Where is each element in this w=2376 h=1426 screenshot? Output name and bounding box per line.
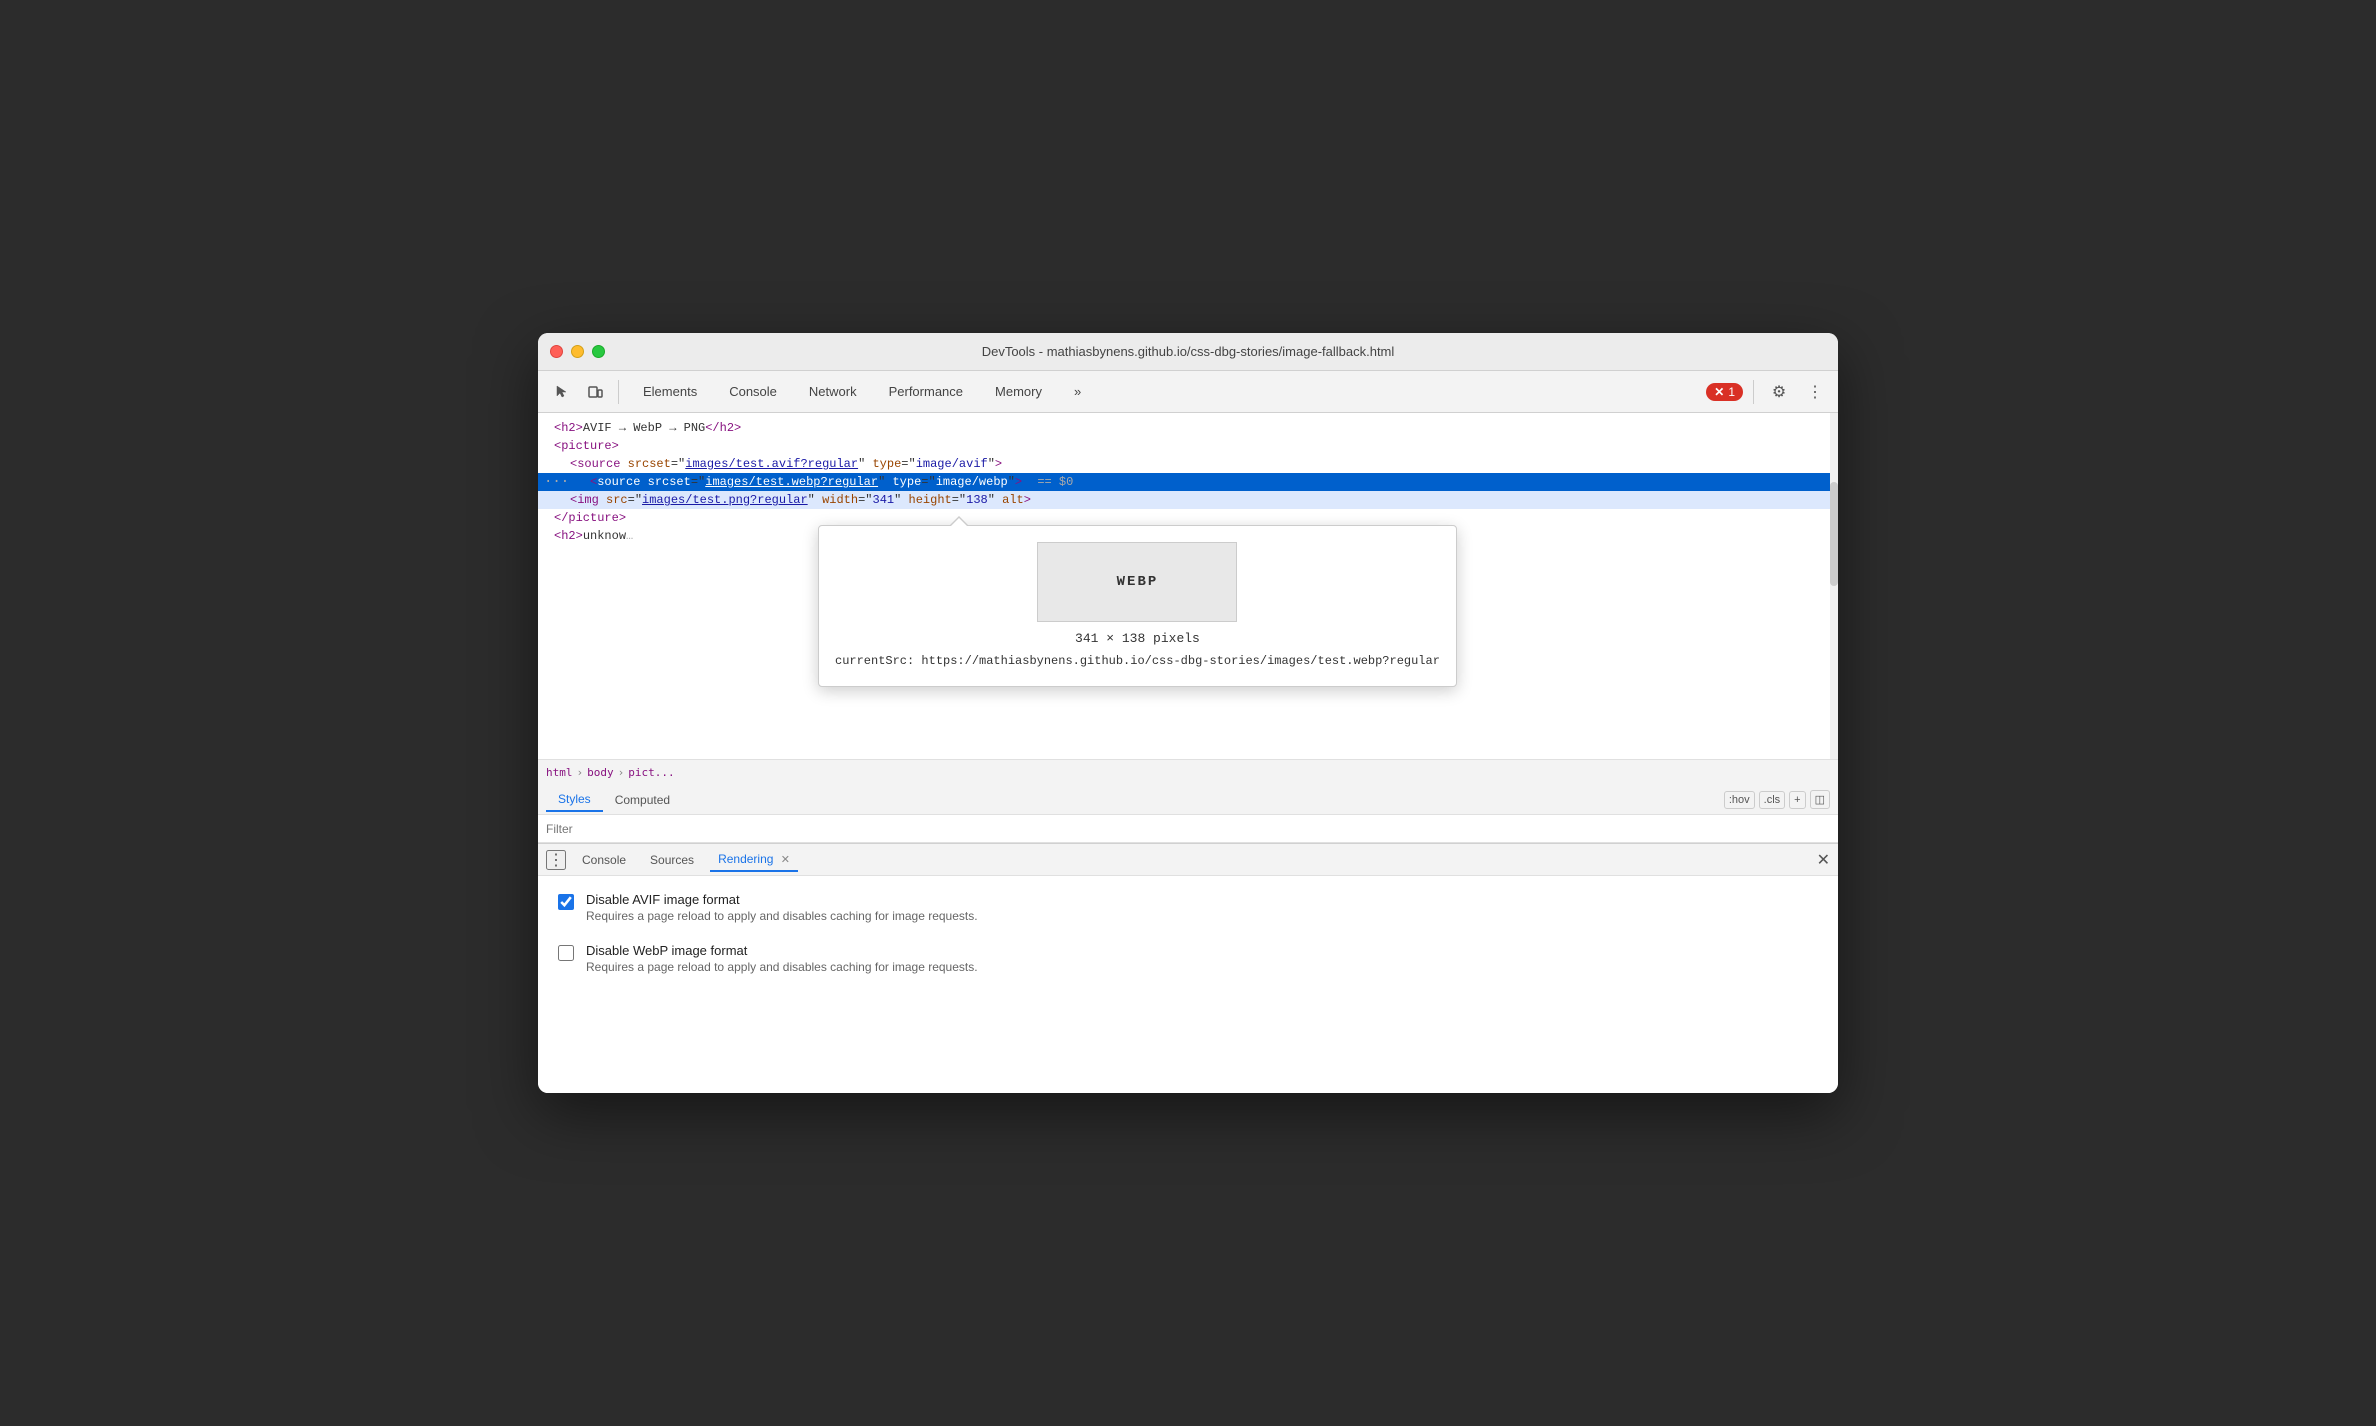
disable-webp-row: Disable WebP image format Requires a pag… <box>558 943 1818 974</box>
current-src-label: currentSrc: <box>835 654 914 668</box>
window-title: DevTools - mathiasbynens.github.io/css-d… <box>982 344 1395 359</box>
disable-webp-label[interactable]: Disable WebP image format <box>586 943 978 958</box>
image-current-src: currentSrc: https://mathiasbynens.github… <box>835 652 1440 670</box>
drawer-tab-console[interactable]: Console <box>574 849 634 871</box>
filter-input[interactable] <box>546 822 1830 836</box>
code-line-source-avif[interactable]: <source srcset="images/test.avif?regular… <box>538 455 1838 473</box>
cls-button[interactable]: .cls <box>1759 791 1786 809</box>
traffic-lights <box>550 345 605 358</box>
rendering-tab-close[interactable]: ✕ <box>781 854 790 866</box>
toolbar-separator-2 <box>1753 380 1754 404</box>
scrollbar-track[interactable] <box>1830 413 1838 759</box>
image-preview: WEBP <box>1037 542 1237 622</box>
tab-more[interactable]: » <box>1058 376 1097 407</box>
disable-avif-checkbox[interactable] <box>558 894 574 910</box>
add-style-button[interactable]: + <box>1789 791 1805 809</box>
kebab-icon: ⋮ <box>1807 382 1823 402</box>
drawer-close-button[interactable]: ✕ <box>1817 850 1830 870</box>
settings-button[interactable]: ⚙ <box>1764 377 1794 407</box>
drawer-tabs-bar: ⋮ Console Sources Rendering ✕ ✕ <box>538 844 1838 876</box>
avif-link[interactable]: images/test.avif?regular <box>685 457 858 471</box>
elements-code[interactable]: <h2>AVIF → WebP → PNG</h2> <picture> <so… <box>538 413 1838 759</box>
maximize-button[interactable] <box>592 345 605 358</box>
drawer-tab-rendering[interactable]: Rendering ✕ <box>710 848 798 872</box>
breadcrumb-picture[interactable]: pict... <box>628 766 674 779</box>
code-line-img[interactable]: <img src="images/test.png?regular" width… <box>538 491 1838 509</box>
bottom-drawer: ⋮ Console Sources Rendering ✕ ✕ Disable … <box>538 843 1838 1093</box>
error-badge[interactable]: ✕ 1 <box>1706 383 1743 401</box>
disable-webp-checkbox[interactable] <box>558 945 574 961</box>
style-tabs-bar: Styles Computed :hov .cls + ◫ <box>538 785 1838 815</box>
code-line-source-webp[interactable]: ··· <source srcset="images/test.webp?reg… <box>538 473 1838 491</box>
tab-network[interactable]: Network <box>793 376 873 407</box>
more-options-button[interactable]: ⋮ <box>1800 377 1830 407</box>
tab-styles[interactable]: Styles <box>546 788 603 812</box>
scrollbar-thumb[interactable] <box>1830 482 1838 586</box>
breadcrumb: html › body › pict... <box>538 759 1838 785</box>
gear-icon: ⚙ <box>1772 382 1786 402</box>
elements-panel: <h2>AVIF → WebP → PNG</h2> <picture> <so… <box>538 413 1838 843</box>
webp-link[interactable]: images/test.webp?regular <box>705 475 878 489</box>
tooltip-arrow-inner <box>950 518 968 527</box>
disable-avif-checkbox-wrap <box>558 894 574 915</box>
image-tooltip: WEBP 341 × 138 pixels currentSrc: https:… <box>818 525 1457 687</box>
device-toggle-button[interactable] <box>580 377 610 407</box>
disable-avif-row: Disable AVIF image format Requires a pag… <box>558 892 1818 923</box>
toolbar-separator <box>618 380 619 404</box>
filter-row <box>538 815 1838 843</box>
disable-webp-description: Requires a page reload to apply and disa… <box>586 960 978 974</box>
devtools-window: DevTools - mathiasbynens.github.io/css-d… <box>538 333 1838 1093</box>
disable-webp-text: Disable WebP image format Requires a pag… <box>586 943 978 974</box>
tab-performance[interactable]: Performance <box>873 376 979 407</box>
breadcrumb-html[interactable]: html <box>546 766 573 779</box>
minimize-button[interactable] <box>571 345 584 358</box>
tab-memory[interactable]: Memory <box>979 376 1058 407</box>
error-count: 1 <box>1728 385 1735 399</box>
disable-avif-description: Requires a page reload to apply and disa… <box>586 909 978 923</box>
png-link[interactable]: images/test.png?regular <box>642 493 808 507</box>
tab-console[interactable]: Console <box>713 376 793 407</box>
tab-computed[interactable]: Computed <box>603 789 682 811</box>
rendering-content: Disable AVIF image format Requires a pag… <box>538 876 1838 990</box>
tab-elements[interactable]: Elements <box>627 376 713 407</box>
close-button[interactable] <box>550 345 563 358</box>
drawer-tab-sources[interactable]: Sources <box>642 849 702 871</box>
disable-webp-checkbox-wrap <box>558 945 574 966</box>
toggle-sidebar-button[interactable]: ◫ <box>1810 790 1830 809</box>
image-format-label: WEBP <box>1117 573 1159 591</box>
title-bar: DevTools - mathiasbynens.github.io/css-d… <box>538 333 1838 371</box>
dollar-zero: == $0 <box>1037 475 1073 489</box>
toolbar-right: ✕ 1 ⚙ ⋮ <box>1706 377 1830 407</box>
code-line-h2-avif[interactable]: <h2>AVIF → WebP → PNG</h2> <box>538 419 1838 437</box>
current-src-value: https://mathiasbynens.github.io/css-dbg-… <box>921 654 1439 668</box>
error-x-icon: ✕ <box>1714 385 1724 399</box>
code-line-picture-open[interactable]: <picture> <box>538 437 1838 455</box>
main-tabs: Elements Console Network Performance Mem… <box>627 376 1702 407</box>
hov-button[interactable]: :hov <box>1724 791 1755 809</box>
image-dimensions: 341 × 138 pixels <box>835 630 1440 648</box>
breadcrumb-body[interactable]: body <box>587 766 614 779</box>
devtools-toolbar: Elements Console Network Performance Mem… <box>538 371 1838 413</box>
drawer-more-button[interactable]: ⋮ <box>546 850 566 870</box>
disable-avif-text: Disable AVIF image format Requires a pag… <box>586 892 978 923</box>
select-element-button[interactable] <box>546 377 576 407</box>
line-dots: ··· <box>544 473 569 491</box>
disable-avif-label[interactable]: Disable AVIF image format <box>586 892 978 907</box>
